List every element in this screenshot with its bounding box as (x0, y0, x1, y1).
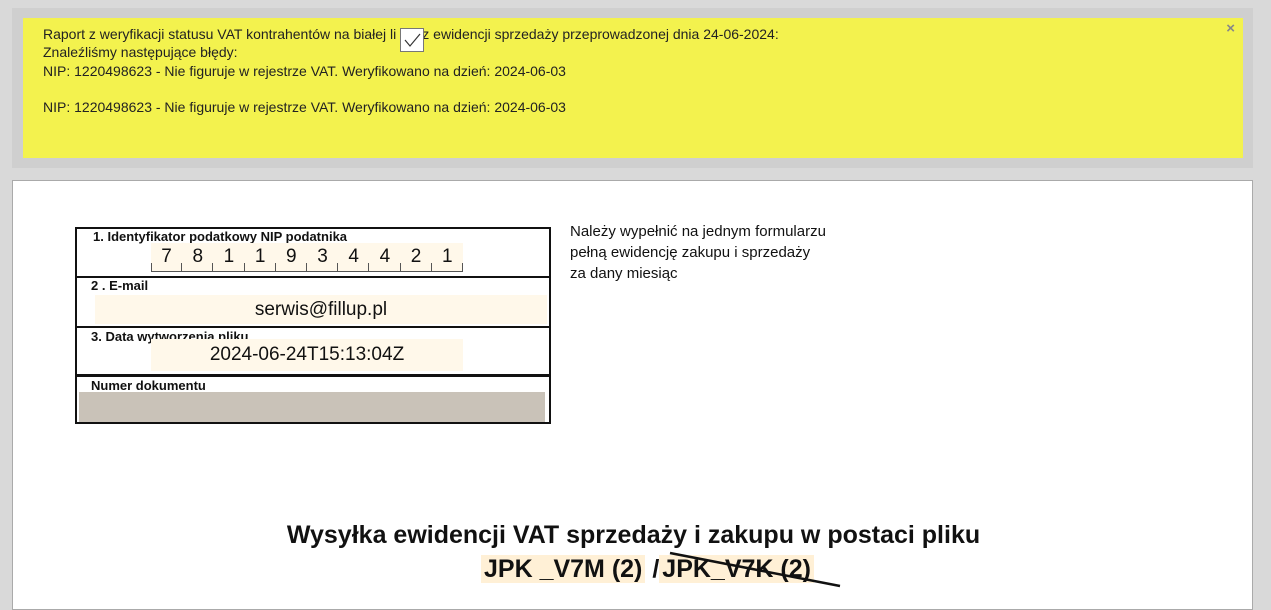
strike-line-icon (669, 551, 841, 588)
notice-error-2: NIP: 1220498623 - Nie figuruje w rejestr… (43, 99, 566, 115)
docnum-field-box: Numer dokumentu (75, 374, 551, 424)
notice-error-1: NIP: 1220498623 - Nie figuruje w rejestr… (43, 63, 566, 79)
nip-digit[interactable]: 4 (338, 243, 370, 271)
notice-line-1-end: z ewidencji sprzedaży przeprowadzonej dn… (422, 26, 779, 42)
check-icon (404, 33, 421, 47)
docnum-label: Numer dokumentu (91, 378, 206, 393)
verification-checkbox[interactable] (400, 28, 424, 52)
nip-digit[interactable]: 9 (275, 243, 308, 271)
nip-digit[interactable]: 8 (182, 243, 214, 271)
notice-line-1-start: Raport z weryfikacji statusu VAT kontrah… (43, 26, 397, 42)
vat-verification-notice: Raport z weryfikacji statusu VAT kontrah… (23, 18, 1243, 158)
form-heading: Wysyłka ewidencji VAT sprzedaży i zakupu… (286, 521, 981, 549)
notice-line-2: Znaleźliśmy następujące błędy: (43, 44, 238, 60)
nip-digits-baseline (151, 271, 463, 272)
nip-label: 1. Identyfikator podatkowy NIP podatnika (93, 229, 348, 244)
side-note-line: za dany miesiąc (570, 265, 678, 282)
side-note-line: pełną ewidencję zakupu i sprzedaży (570, 244, 811, 261)
jpk-form-sheet: 1. Identyfikator podatkowy NIP podatnika… (12, 180, 1253, 610)
nip-digit[interactable]: 1 (431, 243, 464, 271)
email-label: 2 . E-mail (91, 278, 149, 293)
nip-digit[interactable]: 3 (306, 243, 339, 271)
close-icon[interactable]: × (1226, 21, 1235, 37)
side-note: Należy wypełnić na jednym formularzu peł… (570, 221, 826, 284)
nip-digit[interactable]: 1 (213, 243, 245, 271)
side-note-line: Należy wypełnić na jednym formularzu (570, 223, 826, 240)
email-field[interactable]: serwis@fillup.pl (95, 295, 547, 324)
nip-digit[interactable]: 4 (369, 243, 401, 271)
nip-digit[interactable]: 1 (244, 243, 276, 271)
date-field[interactable]: 2024-06-24T15:13:04Z (151, 339, 463, 371)
docnum-field[interactable] (79, 392, 545, 422)
nip-digit[interactable]: 7 (151, 243, 183, 271)
nip-digits[interactable]: 7 8 1 1 9 3 4 4 2 1 (151, 243, 464, 273)
option-separator: / (645, 555, 660, 583)
nip-digit[interactable]: 2 (400, 243, 432, 271)
jpk-v7m-option[interactable]: JPK _V7M (2) (481, 555, 646, 583)
